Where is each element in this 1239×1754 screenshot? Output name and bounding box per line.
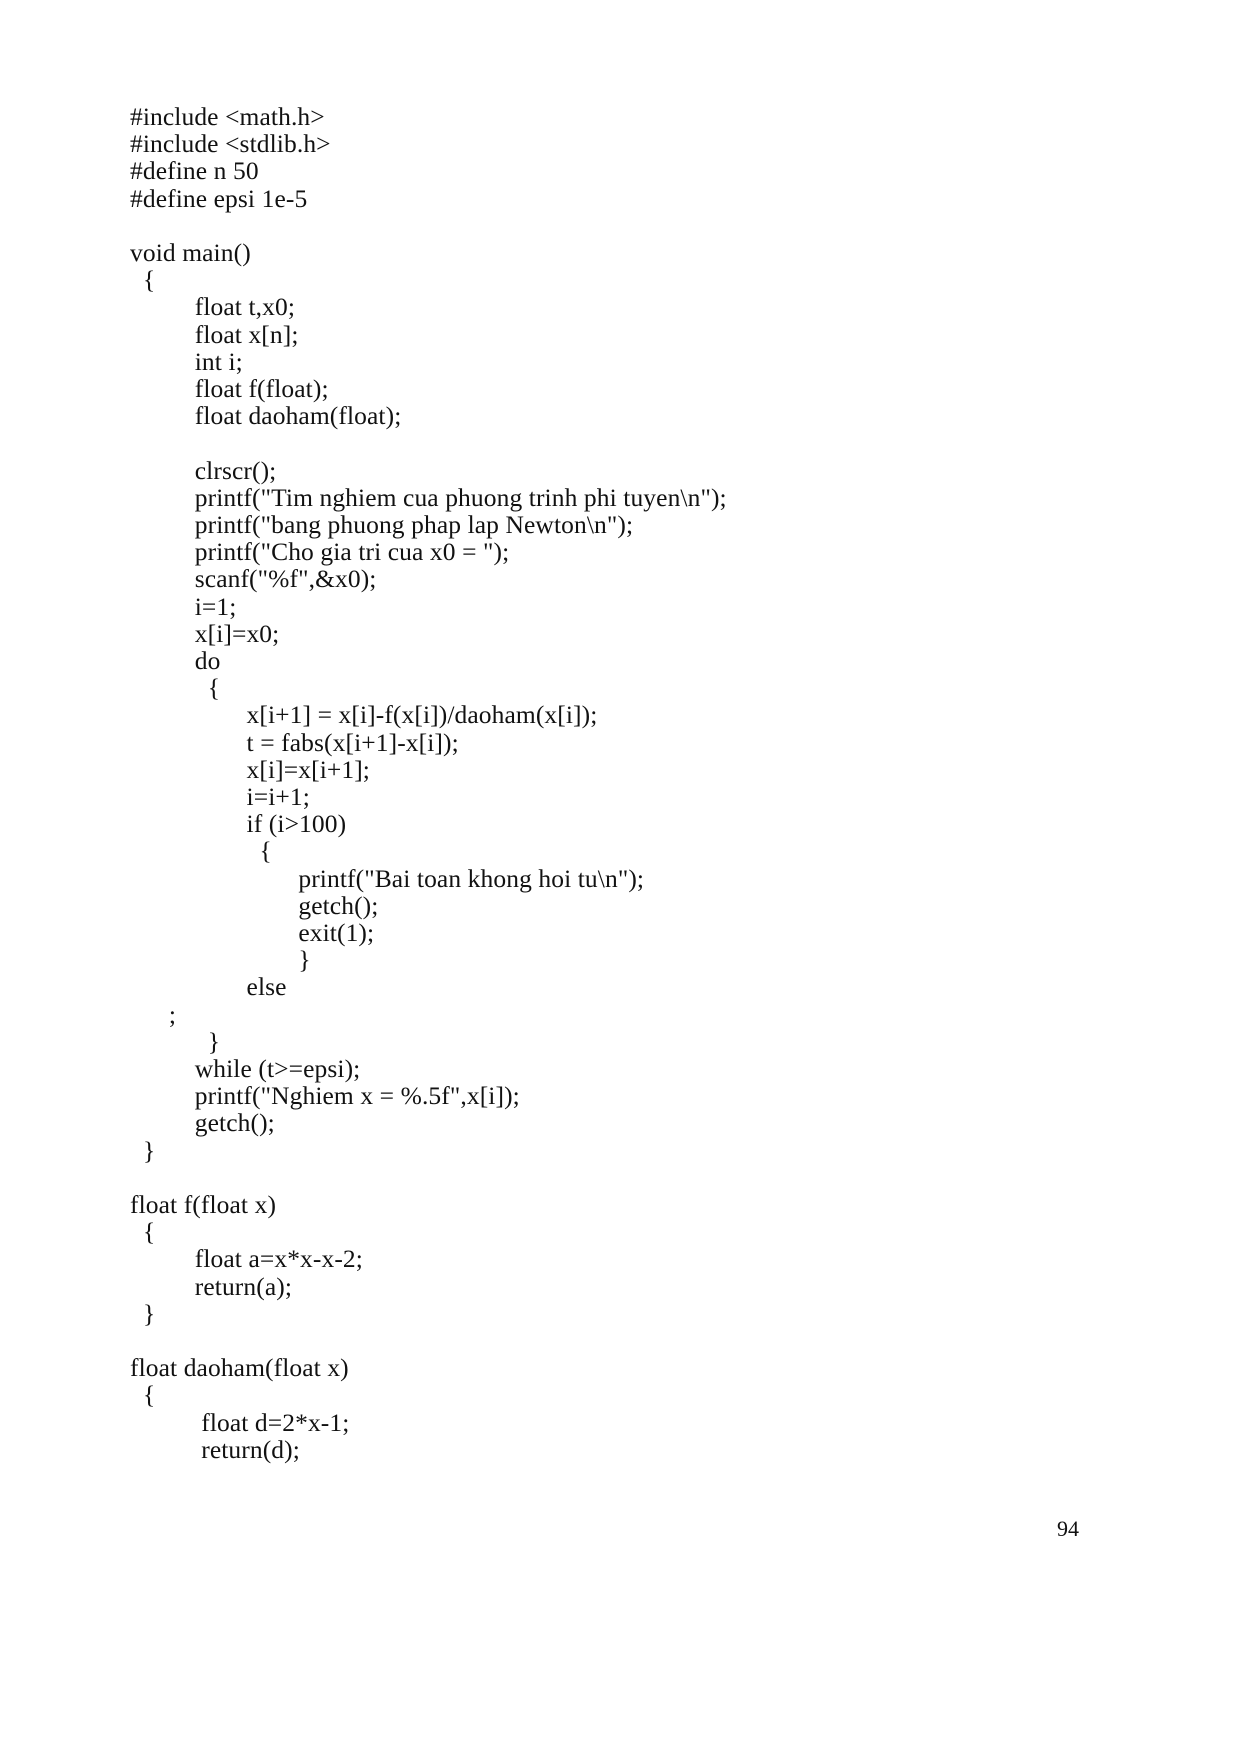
code-line: float f(float); <box>130 374 329 404</box>
code-line: i=1; <box>130 591 237 621</box>
code-line: printf("Nghiem x = %.5f",x[i]); <box>130 1081 520 1111</box>
code-line: #define n 50 <box>130 156 259 186</box>
code-line: } <box>130 945 311 975</box>
code-line: i=i+1; <box>130 782 310 812</box>
code-line: getch(); <box>130 890 379 920</box>
code-line: float x[n]; <box>130 319 299 349</box>
code-line: x[i]=x[i+1]; <box>130 754 370 784</box>
code-line: exit(1); <box>130 918 375 948</box>
code-line: } <box>130 1026 221 1056</box>
code-line: while (t>=epsi); <box>130 1054 361 1084</box>
code-line: float d=2*x-1; <box>130 1407 350 1437</box>
code-line: getch(); <box>130 1108 275 1138</box>
code-line: t = fabs(x[i+1]-x[i]); <box>130 727 459 757</box>
code-line: void main() <box>130 238 251 267</box>
code-line: ; <box>130 999 177 1029</box>
code-line: { <box>130 1380 156 1410</box>
code-line: float daoham(float); <box>130 401 402 431</box>
code-listing: #include <math.h> #include <stdlib.h> #def… <box>130 103 1090 1463</box>
code-line: if (i>100) <box>130 809 347 839</box>
code-line: float f(float x) <box>130 1190 277 1220</box>
code-line: float t,x0; <box>130 292 295 322</box>
code-line: #include <math.h> <box>130 102 325 131</box>
code-line: { <box>130 1217 156 1247</box>
code-line: do <box>130 646 221 676</box>
code-line: { <box>130 836 272 866</box>
code-line: #define epsi 1e-5 <box>130 183 308 213</box>
code-line: { <box>130 673 221 703</box>
code-line: return(a); <box>130 1271 293 1301</box>
code-line: clrscr(); <box>130 455 277 485</box>
code-line: printf("Tim nghiem cua phuong trinh phi … <box>130 482 727 512</box>
code-line: float daoham(float x) <box>130 1353 349 1383</box>
code-line: scanf("%f",&x0); <box>130 564 377 594</box>
code-line: printf("Bai toan khong hoi tu\n"); <box>130 863 645 893</box>
document-page: #include <math.h> #include <stdlib.h> #def… <box>0 0 1239 1754</box>
code-line: { <box>130 265 156 295</box>
code-line: #include <stdlib.h> <box>130 129 331 159</box>
code-line: } <box>130 1298 156 1328</box>
code-line: printf("Cho gia tri cua x0 = "); <box>130 537 510 567</box>
code-line: else <box>130 972 287 1002</box>
page-number: 94 <box>1057 1516 1079 1541</box>
code-line: int i; <box>130 346 243 376</box>
code-line: printf("bang phuong phap lap Newton\n"); <box>130 510 634 540</box>
code-line: x[i+1] = x[i]-f(x[i])/daoham(x[i]); <box>130 700 598 730</box>
code-line: float a=x*x-x-2; <box>130 1244 363 1274</box>
code-line: } <box>130 1135 156 1165</box>
code-line: return(d); <box>130 1434 300 1464</box>
code-line: x[i]=x0; <box>130 618 280 648</box>
